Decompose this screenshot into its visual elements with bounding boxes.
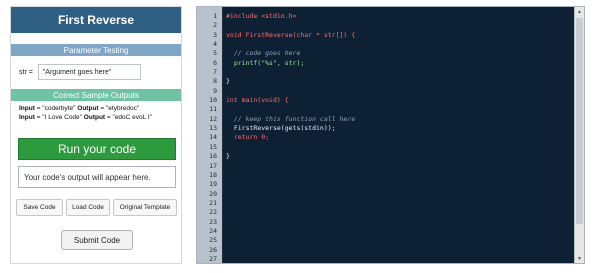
input-label: Input [19, 114, 35, 121]
code-editor[interactable]: 1 2 3 4 5 6 7 8 9 10 11 12 13 14 15 16 1… [196, 6, 585, 264]
load-code-button[interactable]: Load Code [66, 199, 110, 216]
output-label: Output [83, 114, 106, 121]
code-line[interactable] [226, 143, 355, 152]
argument-input[interactable]: "Argument goes here" [37, 64, 141, 80]
line-numbers: 1 2 3 4 5 6 7 8 9 10 11 12 13 14 15 16 1… [209, 12, 217, 263]
code-line[interactable]: } [226, 77, 355, 86]
code-line[interactable]: void FirstReverse(char * str[]) { [226, 31, 355, 40]
sample-outputs: Input = "coderbyte" Output = "etybredoc"… [11, 101, 181, 122]
scroll-thumb[interactable] [576, 18, 583, 224]
input-label: Input [19, 105, 35, 112]
original-template-button[interactable]: Original Template [113, 199, 177, 216]
code-output-box: Your code's output will appear here. [18, 166, 176, 188]
code-line[interactable]: } [226, 152, 355, 161]
save-code-button[interactable]: Save Code [16, 199, 63, 216]
submit-code-button[interactable]: Submit Code [61, 230, 133, 250]
sample-row: Input = "coderbyte" Output = "etybredoc" [19, 104, 173, 113]
challenge-title: First Reverse [11, 7, 181, 33]
sample-row: Input = "I Love Code" Output = "edoC evo… [19, 113, 173, 122]
code-line[interactable]: #include <stdio.h> [226, 12, 355, 21]
sample-input: = "I Love Code" [36, 114, 82, 121]
sample-output: = "edoC evoL I" [106, 114, 152, 121]
code-line[interactable]: // code goes here [226, 49, 355, 58]
code-line[interactable] [226, 87, 355, 96]
parameter-row: str = "Argument goes here" [11, 56, 181, 88]
vertical-scrollbar[interactable]: ▲ ▼ [574, 7, 584, 263]
parameter-testing-header: Parameter Testing [11, 44, 181, 56]
code-line[interactable]: FirstReverse(gets(stdin)); [226, 124, 355, 133]
code-line[interactable] [226, 21, 355, 30]
scroll-down-icon[interactable]: ▼ [575, 254, 584, 263]
code-line[interactable]: int main(void) { [226, 96, 355, 105]
code-line[interactable]: return 0; [226, 133, 355, 142]
sample-outputs-header: Correct Sample Outputs [11, 89, 181, 101]
code-line[interactable]: // keep this function call here [226, 115, 355, 124]
line-number-gutter: 1 2 3 4 5 6 7 8 9 10 11 12 13 14 15 16 1… [197, 7, 223, 263]
code-line[interactable] [226, 68, 355, 77]
code-line[interactable]: printf("%s", str); [226, 59, 355, 68]
output-label: Output [77, 105, 99, 112]
code-text[interactable]: #include <stdio.h> void FirstReverse(char… [226, 12, 355, 162]
sample-output: = "etybredoc" [100, 105, 140, 112]
scroll-up-icon[interactable]: ▲ [575, 7, 584, 16]
param-label: str = [19, 68, 33, 76]
challenge-panel: First Reverse Parameter Testing str = "A… [10, 6, 182, 264]
sample-input: = "coderbyte" [36, 105, 76, 112]
code-line[interactable] [226, 40, 355, 49]
code-line[interactable] [226, 105, 355, 114]
run-code-button[interactable]: Run your code [18, 138, 176, 160]
